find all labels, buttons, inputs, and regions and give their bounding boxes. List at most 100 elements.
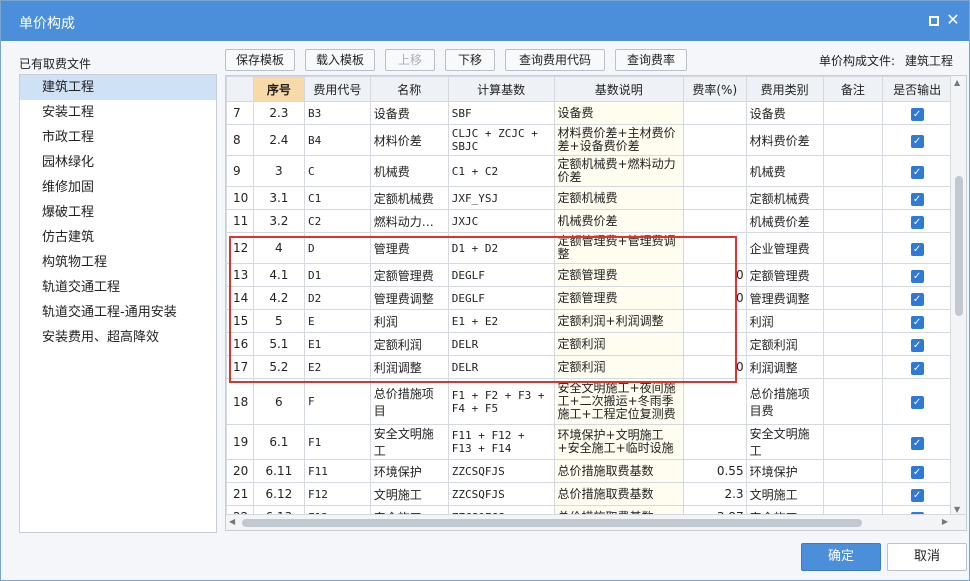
table-cell[interactable] — [682, 309, 747, 333]
table-row[interactable]: 18 6 F 总价措施项目 F1 + F2 + F3 + F4 + F5 安全文明施工+夜… — [226, 378, 952, 425]
table-cell[interactable] — [822, 209, 884, 233]
checkbox-checked-icon[interactable]: ✓ — [910, 242, 924, 256]
table-cell[interactable]: 21 — [226, 482, 254, 506]
table-cell[interactable]: 总价措施取费基数 — [553, 459, 684, 483]
column-header[interactable]: 费率(%) — [682, 76, 747, 102]
column-header[interactable] — [226, 76, 254, 102]
table-cell[interactable]: 安全文明施工 — [745, 424, 824, 460]
table-cell[interactable]: 定额利润 — [553, 332, 684, 356]
table-cell[interactable]: 定额机械费 — [369, 186, 449, 210]
table-cell[interactable]: D2 — [304, 286, 371, 310]
checkbox-checked-icon[interactable]: ✓ — [910, 465, 924, 479]
table-cell[interactable] — [682, 155, 747, 187]
fee-file-item[interactable]: 轨道交通工程-通用安装 — [20, 300, 216, 325]
table-cell[interactable]: 定额管理费 — [369, 263, 449, 287]
table-row[interactable]: 10 3.1 C1 定额机械费 JXF_YSJ 定额机械费 定额机械费 ✓ — [226, 186, 952, 210]
move-up-button[interactable]: 上移 — [385, 49, 435, 71]
table-cell[interactable]: 6.11 — [252, 459, 306, 483]
table-cell[interactable]: B4 — [304, 124, 371, 156]
table-cell[interactable]: 11 — [226, 209, 254, 233]
fee-file-item[interactable]: 爆破工程 — [20, 200, 216, 225]
table-cell[interactable]: JXJC — [447, 209, 555, 233]
table-cell[interactable]: 6.1 — [252, 424, 306, 460]
fee-file-item[interactable]: 安装工程 — [20, 100, 216, 125]
table-cell[interactable]: JXF_YSJ — [447, 186, 555, 210]
table-cell[interactable]: 20 — [226, 459, 254, 483]
fee-file-item[interactable]: 维修加固 — [20, 175, 216, 200]
table-cell[interactable]: F11 — [304, 459, 371, 483]
table-cell[interactable]: 定额利润 — [745, 332, 824, 356]
table-row[interactable]: 8 2.4 B4 材料价差 CLJC + ZCJC + SBJC 材料费价差+主材费价差+… — [226, 124, 952, 156]
column-header[interactable]: 基数说明 — [553, 76, 684, 102]
table-cell[interactable]: 定额管理费 — [553, 286, 684, 310]
table-row[interactable]: 14 4.2 D2 管理费调整 DEGLF 定额管理费 0 管理费调整 ✓ — [226, 286, 952, 310]
table-cell[interactable] — [682, 424, 747, 460]
table-cell[interactable]: 总价措施项目费 — [745, 378, 824, 425]
table-cell[interactable]: 定额管理费+管理费调整 — [553, 232, 684, 264]
table-cell[interactable]: 4 — [252, 232, 306, 264]
table-cell[interactable]: E — [304, 309, 371, 333]
table-cell[interactable]: E1 — [304, 332, 371, 356]
table-cell[interactable]: 定额利润+利润调整 — [553, 309, 684, 333]
table-cell[interactable]: 文明施工 — [745, 482, 824, 506]
table-cell[interactable]: 利润 — [369, 309, 449, 333]
maximize-icon[interactable] — [929, 16, 939, 26]
table-cell[interactable]: 7 — [226, 101, 254, 125]
table-cell[interactable]: DELR — [447, 332, 555, 356]
fee-file-item[interactable]: 构筑物工程 — [20, 250, 216, 275]
table-row[interactable]: 20 6.11 F11 环境保护 ZZCSQFJS 总价措施取费基数 0.55 环境保护 ✓ — [226, 459, 952, 483]
table-cell[interactable]: 定额管理费 — [745, 263, 824, 287]
table-row[interactable]: 19 6.1 F1 安全文明施工 F11 + F12 + F13 + F14 环境保护+文… — [226, 424, 952, 460]
table-cell[interactable]: 0 — [682, 286, 747, 310]
table-cell[interactable]: F11 + F12 + F13 + F14 — [447, 424, 555, 460]
table-cell[interactable]: 0.55 — [682, 459, 747, 483]
save-template-button[interactable]: 保存模板 — [225, 49, 295, 71]
fee-file-item[interactable]: 市政工程 — [20, 125, 216, 150]
table-cell[interactable]: 5.2 — [252, 355, 306, 379]
table-cell[interactable]: 3 — [252, 155, 306, 187]
column-header[interactable]: 序号 — [252, 76, 306, 102]
table-cell[interactable]: 4.2 — [252, 286, 306, 310]
table-cell[interactable]: 管理费调整 — [369, 286, 449, 310]
table-cell[interactable]: ZZCSQFJS — [447, 482, 555, 506]
table-cell[interactable]: 5 — [252, 309, 306, 333]
checkbox-checked-icon[interactable]: ✓ — [910, 488, 924, 502]
checkbox-checked-icon[interactable]: ✓ — [910, 269, 924, 283]
column-header[interactable]: 计算基数 — [447, 76, 555, 102]
table-cell[interactable]: 3.1 — [252, 186, 306, 210]
scroll-thumb[interactable] — [955, 176, 963, 316]
table-cell[interactable]: F1 — [304, 424, 371, 460]
table-cell[interactable]: 环境保护+文明施工+安全施工+临时设施 — [553, 424, 684, 460]
fee-file-item[interactable]: 仿古建筑 — [20, 225, 216, 250]
table-cell[interactable]: 材料费价差+主材费价差+设备费价差 — [553, 124, 684, 156]
table-cell[interactable] — [822, 378, 884, 425]
table-cell[interactable]: 9 — [226, 155, 254, 187]
table-cell[interactable]: C1 — [304, 186, 371, 210]
table-cell[interactable]: E1 + E2 — [447, 309, 555, 333]
fee-file-item[interactable]: 园林绿化 — [20, 150, 216, 175]
table-cell[interactable] — [682, 101, 747, 125]
table-cell[interactable]: 材料价差 — [369, 124, 449, 156]
table-cell[interactable]: 材料费价差 — [745, 124, 824, 156]
table-cell[interactable]: 环境保护 — [369, 459, 449, 483]
table-cell[interactable]: 19 — [226, 424, 254, 460]
table-cell[interactable]: 管理费调整 — [745, 286, 824, 310]
table-cell[interactable]: 安全文明施工 — [369, 424, 449, 460]
checkbox-checked-icon[interactable]: ✓ — [910, 396, 924, 409]
table-cell[interactable]: 8 — [226, 124, 254, 156]
fee-file-item[interactable]: 轨道交通工程 — [20, 275, 216, 300]
query-fee-code-button[interactable]: 查询费用代码 — [505, 49, 605, 71]
table-cell[interactable]: DEGLF — [447, 286, 555, 310]
table-cell[interactable]: F12 — [304, 482, 371, 506]
table-cell[interactable]: 16 — [226, 332, 254, 356]
table-row[interactable]: 16 5.1 E1 定额利润 DELR 定额利润 定额利润 ✓ — [226, 332, 952, 356]
table-cell[interactable]: C — [304, 155, 371, 187]
table-cell[interactable] — [822, 101, 884, 125]
table-cell[interactable]: 13 — [226, 263, 254, 287]
table-cell[interactable]: F1 + F2 + F3 + F4 + F5 — [447, 378, 555, 425]
table-cell[interactable]: 利润 — [745, 309, 824, 333]
table-cell[interactable]: 4.1 — [252, 263, 306, 287]
table-cell[interactable]: D1 — [304, 263, 371, 287]
scroll-down-icon[interactable]: ▼ — [954, 505, 960, 514]
table-cell[interactable]: 机械费价差 — [553, 209, 684, 233]
